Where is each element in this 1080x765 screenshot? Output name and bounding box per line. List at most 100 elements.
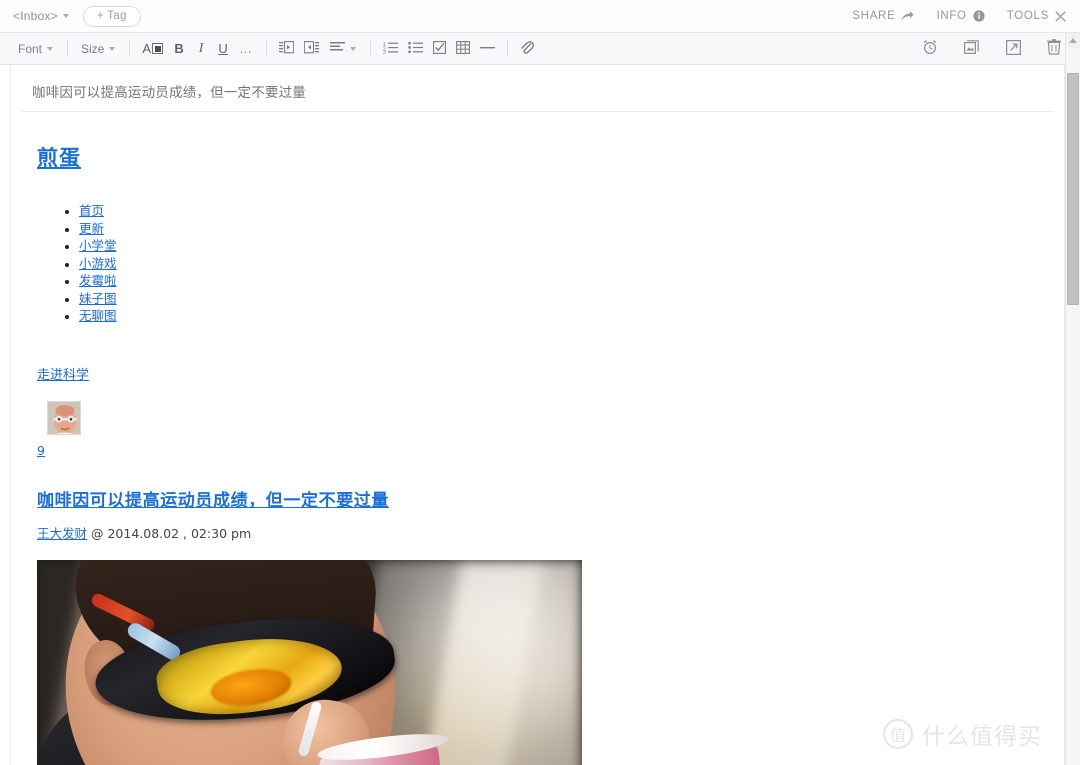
category-row: 走进科学 [37, 364, 1042, 383]
insert-table-button[interactable] [451, 37, 475, 61]
comment-count-link[interactable]: 9 [37, 443, 45, 458]
nav-link-games[interactable]: 小游戏 [79, 256, 117, 271]
checkbox-button[interactable] [428, 37, 451, 61]
bold-label: B [174, 41, 184, 56]
horizontal-rule-button[interactable] [475, 37, 500, 61]
nav-link-boring[interactable]: 无聊图 [79, 308, 117, 323]
nav-link-school[interactable]: 小学堂 [79, 238, 117, 253]
list-item: 更新 [79, 222, 1042, 235]
color-swatch [152, 43, 164, 54]
info-label: INFO [936, 10, 967, 22]
author-link[interactable]: 王大发财 [37, 526, 87, 541]
notebook-label: <Inbox> [13, 9, 58, 23]
note-title-row[interactable]: 咖啡因可以提高运动员成绩，但一定不要过量 [21, 75, 1054, 112]
share-label: SHARE [852, 10, 896, 22]
share-button[interactable]: SHARE [852, 10, 915, 22]
add-tag-label: + Tag [96, 10, 127, 22]
list-item: 无聊图 [79, 309, 1042, 322]
checkbox-icon [432, 40, 446, 57]
nav-link-moldy[interactable]: 发霉啦 [79, 273, 117, 288]
site-heading-link[interactable]: 煎蛋 [37, 146, 81, 170]
delete-note-button[interactable] [1042, 37, 1066, 61]
indent-increase-icon [278, 40, 294, 57]
chevron-down-icon [47, 46, 54, 51]
font-size-label: Size [81, 41, 105, 56]
underline-button[interactable]: U [212, 37, 234, 61]
byline-separator: @ [91, 526, 104, 541]
more-formatting-button[interactable]: … [234, 37, 259, 61]
nav-link-updates[interactable]: 更新 [79, 221, 104, 236]
triangle-up-icon [1069, 38, 1077, 43]
text-align-dropdown[interactable] [324, 37, 363, 61]
list-item: 发霉啦 [79, 274, 1042, 287]
category-link[interactable]: 走进科学 [37, 368, 89, 383]
text-color-button[interactable]: A [137, 37, 168, 61]
note-body-content[interactable]: 煎蛋 首页 更新 小学堂 小游戏 发霉啦 妹子图 无聊图 [11, 112, 1064, 765]
text-color-letter: A [142, 41, 152, 56]
align-left-icon [329, 41, 345, 56]
toolbar-divider [369, 40, 371, 57]
article-photo: Rapha [37, 560, 582, 765]
article-date: 2014.08.02 [107, 526, 180, 541]
alarm-clock-icon [922, 39, 938, 58]
chevron-down-icon [109, 46, 116, 51]
article-title-link[interactable]: 咖啡因可以提高运动员成绩，但一定不要过量 [37, 491, 389, 511]
notebook-selector[interactable]: <Inbox> [11, 6, 71, 26]
toolbar-left-group: Font Size A B I U … 1 2 3 [0, 37, 539, 61]
list-item: 小学堂 [79, 239, 1042, 252]
set-reminder-button[interactable] [917, 37, 943, 61]
formatting-toolbar: Font Size A B I U … 1 2 3 [0, 33, 1080, 65]
list-item: 首页 [79, 204, 1042, 217]
text-color-icon: A [142, 41, 164, 56]
more-formatting-label: … [239, 40, 254, 56]
paperclip-icon [520, 40, 534, 58]
nav-link-home[interactable]: 首页 [79, 203, 104, 218]
expand-window-icon [1006, 39, 1022, 58]
info-circle-icon [973, 10, 985, 22]
toolbar-divider [265, 40, 267, 57]
underline-label: U [218, 41, 228, 56]
font-family-label: Font [18, 41, 43, 56]
table-icon [455, 40, 470, 57]
chevron-down-icon [62, 14, 69, 18]
note-header-bar: <Inbox> + Tag SHARE INFO TOOLS [0, 0, 1080, 33]
ordered-list-button[interactable]: 1 2 3 [378, 37, 403, 61]
duplicate-note-button[interactable] [959, 37, 985, 61]
expand-note-button[interactable] [1001, 37, 1026, 61]
numbered-list-icon: 1 2 3 [383, 41, 398, 57]
attach-file-button[interactable] [515, 37, 539, 61]
font-size-dropdown[interactable]: Size [75, 37, 122, 61]
font-family-dropdown[interactable]: Font [12, 37, 60, 61]
note-editor-pane[interactable]: 咖啡因可以提高运动员成绩，但一定不要过量 煎蛋 首页 更新 小学堂 小游戏 发霉… [10, 66, 1065, 765]
toolbar-divider [129, 40, 131, 57]
header-left-group: <Inbox> + Tag [0, 5, 141, 27]
add-tag-button[interactable]: + Tag [82, 5, 141, 27]
vertical-scrollbar[interactable] [1065, 33, 1080, 765]
bullet-list-button[interactable] [403, 37, 428, 61]
tools-label: TOOLS [1006, 10, 1049, 22]
tools-close-button[interactable]: TOOLS [1007, 10, 1066, 22]
close-x-icon [1055, 10, 1066, 22]
toolbar-divider [67, 40, 69, 57]
indent-increase-button[interactable] [274, 37, 299, 61]
scroll-up-button[interactable] [1066, 33, 1080, 48]
byline-comma: , [183, 526, 188, 541]
site-heading: 煎蛋 [37, 142, 1042, 172]
info-button[interactable]: INFO [936, 10, 985, 22]
note-title-input[interactable]: 咖啡因可以提高运动员成绩，但一定不要过量 [32, 81, 1043, 101]
article-title: 咖啡因可以提高运动员成绩，但一定不要过量 [37, 486, 1042, 511]
bold-button[interactable]: B [168, 37, 190, 61]
article-byline: 王大发财 @ 2014.08.02 , 02:30 pm [37, 523, 1042, 542]
bullet-list-icon [407, 41, 423, 57]
italic-label: I [198, 40, 204, 56]
list-item: 妹子图 [79, 292, 1042, 305]
toolbar-right-group [917, 37, 1080, 61]
copy-note-icon [964, 39, 980, 58]
chevron-down-icon [349, 46, 356, 51]
scrollbar-thumb[interactable] [1067, 73, 1079, 305]
article-time: 02:30 pm [191, 526, 252, 541]
italic-button[interactable]: I [190, 37, 212, 61]
nav-link-girls[interactable]: 妹子图 [79, 291, 117, 306]
list-item: 小游戏 [79, 257, 1042, 270]
indent-decrease-button[interactable] [299, 37, 324, 61]
